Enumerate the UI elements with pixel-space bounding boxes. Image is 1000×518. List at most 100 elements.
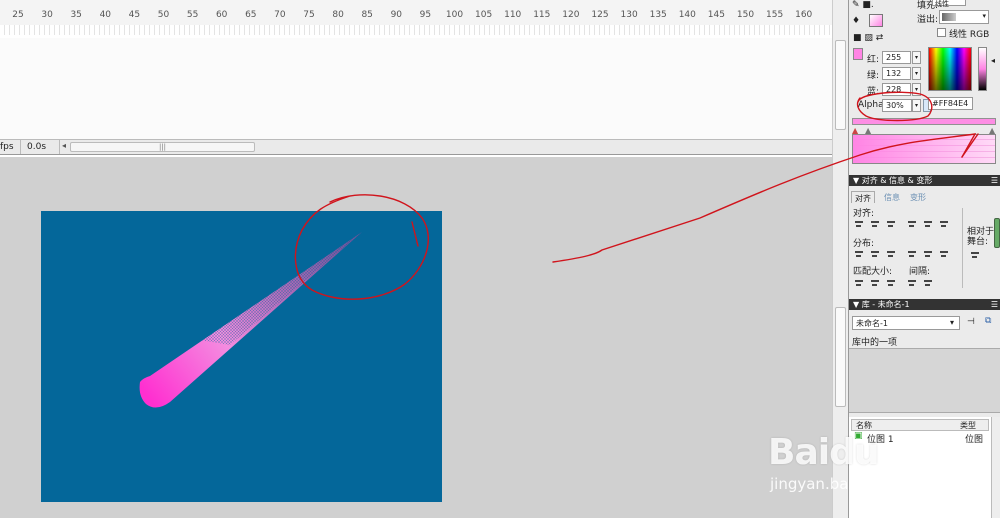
ruler-tick: 30 xyxy=(41,10,53,20)
align-bottom-icon[interactable] xyxy=(939,219,949,229)
distribute-top-icon[interactable] xyxy=(854,249,864,259)
scroll-thumb[interactable] xyxy=(835,307,846,407)
space-vertical-icon[interactable] xyxy=(907,278,917,288)
tab-info[interactable]: 信息 xyxy=(881,191,903,203)
ruler-tick: 90 xyxy=(390,10,403,20)
blue-input[interactable]: 228 xyxy=(882,83,911,96)
fill-bucket-icon[interactable]: ♦ xyxy=(852,16,860,26)
red-label: 红: xyxy=(867,55,880,65)
watermark-brand-cn: 经验 xyxy=(884,446,929,471)
match-height-icon[interactable] xyxy=(870,278,880,288)
red-dropdown-icon[interactable]: ▾ xyxy=(912,51,921,64)
scroll-left-icon[interactable]: ◂ xyxy=(62,141,66,150)
align-left-icon[interactable] xyxy=(854,219,864,229)
match-both-icon[interactable] xyxy=(886,278,896,288)
ruler-tick: 55 xyxy=(186,10,199,20)
color-spectrum[interactable] xyxy=(928,47,972,91)
fill-type-select[interactable]: 线性 xyxy=(932,0,966,8)
ruler-tick: 95 xyxy=(419,10,432,20)
watermark-brand: Baidu xyxy=(768,432,879,473)
timeline-hscrollbar[interactable]: ||| xyxy=(70,142,255,152)
library-column-headers: 名称 类型 xyxy=(851,419,989,431)
ruler-tick: 40 xyxy=(99,10,112,20)
ruler-tick: 100 xyxy=(445,10,464,20)
green-label: 绿: xyxy=(867,71,880,81)
frames-area[interactable] xyxy=(0,38,832,140)
gradient-preview xyxy=(852,134,996,164)
green-input[interactable]: 132 xyxy=(882,67,911,80)
library-select[interactable]: 未命名-1 xyxy=(852,316,960,330)
panel-menu-icon[interactable]: ☰ xyxy=(991,175,998,186)
ruler-tick: 115 xyxy=(533,10,551,20)
ruler-tick: 110 xyxy=(504,10,522,20)
tab-transform[interactable]: 变形 xyxy=(907,191,929,203)
to-stage-icon[interactable] xyxy=(970,250,980,260)
fill-swatch[interactable] xyxy=(869,14,883,27)
distribute-right-icon[interactable] xyxy=(939,249,949,259)
relative-stage-label-2: 舞台: xyxy=(967,237,989,247)
color-chip[interactable] xyxy=(853,48,863,60)
col-name[interactable]: 名称 xyxy=(856,420,872,431)
swap-colors-icon[interactable]: ■ ▨ ⇄ xyxy=(853,33,883,43)
frame-row[interactable] xyxy=(0,25,832,35)
stage-workspace xyxy=(0,157,832,518)
timeline-panel: 25 30 35 40 45 50 55 60 65 70 75 80 85 90 95 100 105 110 1… xyxy=(0,0,848,157)
timeline-vscrollbar[interactable] xyxy=(832,0,848,157)
ruler-tick: 70 xyxy=(274,10,286,20)
overflow-select[interactable]: ▾ xyxy=(939,10,989,24)
library-vscrollbar[interactable] xyxy=(991,417,1000,518)
ruler-tick: 135 xyxy=(649,10,667,20)
alpha-dropdown-icon[interactable]: ▾ xyxy=(912,99,921,112)
distribute-left-icon[interactable] xyxy=(907,249,917,259)
library-panel-header[interactable]: ▼ 库 - 未命名-1 ☰ xyxy=(849,299,1000,310)
ruler-tick: 125 xyxy=(591,10,609,20)
ruler-tick: 150 xyxy=(736,10,755,20)
ruler-tick: 35 xyxy=(70,10,82,20)
timeline-status-bar: fps 0.0s ◂ ||| xyxy=(0,139,832,155)
align-label: 对齐: xyxy=(853,209,875,219)
ruler-tick: 145 xyxy=(707,10,725,20)
align-right-icon[interactable] xyxy=(886,219,896,229)
ruler-tick: 140 xyxy=(678,10,696,20)
match-width-icon[interactable] xyxy=(854,278,864,288)
frame-ruler[interactable]: 25 30 35 40 45 50 55 60 65 70 75 80 85 90 95 100 105 110 1… xyxy=(0,0,832,35)
stage-canvas[interactable] xyxy=(41,211,442,502)
red-input[interactable]: 255 xyxy=(882,51,911,64)
panel-scroll-thumb[interactable] xyxy=(994,218,1000,248)
align-vcenter-icon[interactable] xyxy=(923,219,933,229)
linear-rgb-checkbox[interactable] xyxy=(937,28,946,37)
align-panel-header[interactable]: ▼ 对齐 & 信息 & 变形 ☰ xyxy=(849,175,1000,186)
library-preview xyxy=(849,348,1000,413)
brightness-slider[interactable] xyxy=(978,47,987,91)
align-top-icon[interactable] xyxy=(907,219,917,229)
overflow-label: 溢出: xyxy=(917,15,939,25)
space-horizontal-icon[interactable] xyxy=(923,278,933,288)
panel-menu-icon[interactable]: ☰ xyxy=(991,299,998,310)
ruler-tick: 155 xyxy=(766,10,784,20)
col-type[interactable]: 类型 xyxy=(960,420,976,431)
distribute-hcenter-icon[interactable] xyxy=(923,249,933,259)
item-type: 位图 xyxy=(965,435,984,445)
distribute-vcenter-icon[interactable] xyxy=(870,249,880,259)
stroke-icon[interactable]: ✎ ■. xyxy=(852,0,874,10)
alpha-input[interactable]: 30% xyxy=(882,99,912,112)
pin-icon[interactable]: ⊣ xyxy=(967,317,975,327)
elapsed-time: 0.0s xyxy=(20,140,60,154)
distribute-bottom-icon[interactable] xyxy=(886,249,896,259)
tab-align[interactable]: 对齐 xyxy=(851,191,875,203)
blue-dropdown-icon[interactable]: ▾ xyxy=(912,83,921,96)
green-dropdown-icon[interactable]: ▾ xyxy=(912,67,921,80)
ruler-tick: 105 xyxy=(475,10,493,20)
brightness-pointer-icon[interactable]: ◂ xyxy=(991,56,995,65)
library-count: 库中的一项 xyxy=(852,338,898,348)
ruler-tick: 80 xyxy=(332,10,344,20)
align-hcenter-icon[interactable] xyxy=(870,219,880,229)
hex-input[interactable]: #FF84E4 xyxy=(928,97,973,110)
gradient-bar[interactable] xyxy=(852,118,996,125)
align-panel-title: ▼ 对齐 & 信息 & 变形 xyxy=(853,176,933,185)
new-library-icon[interactable]: ⧉ xyxy=(985,316,991,326)
match-size-label: 匹配大小: xyxy=(853,267,893,277)
scroll-thumb[interactable] xyxy=(835,40,846,130)
ruler-tick: 120 xyxy=(562,10,580,20)
library-dropdown-icon[interactable]: ▾ xyxy=(950,318,954,327)
